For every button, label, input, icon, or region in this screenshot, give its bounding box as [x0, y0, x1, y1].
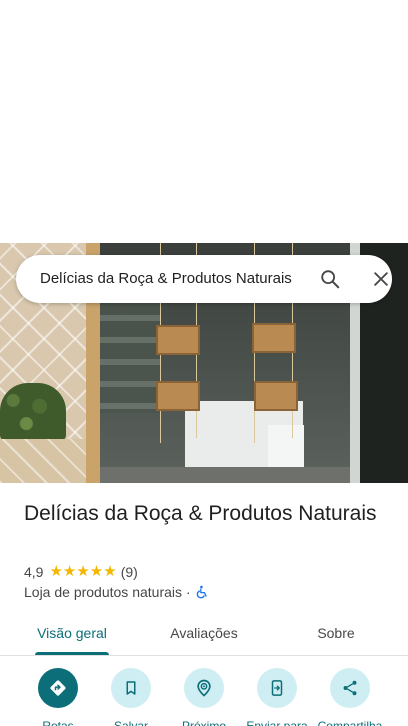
send-to-phone-label: Enviar para — [246, 719, 308, 726]
active-tab-indicator — [35, 652, 109, 655]
review-count[interactable]: (9) — [121, 564, 138, 580]
tab-overview[interactable]: Visão geral — [22, 612, 122, 654]
share-icon — [343, 680, 357, 696]
map-area-blank — [0, 0, 408, 243]
nearby-icon — [197, 679, 211, 697]
wheelchair-icon[interactable] — [195, 585, 209, 599]
nearby-button[interactable]: Próximo — [168, 668, 240, 726]
rating-row[interactable]: 4,9 ★★★★★ (9) — [24, 563, 138, 581]
search-button[interactable] — [314, 263, 346, 295]
search-bar[interactable]: Delícias da Roça & Produtos Naturais — [16, 255, 392, 303]
directions-icon — [50, 680, 66, 696]
separator: · — [186, 584, 191, 600]
place-category: Loja de produtos naturais — [24, 584, 182, 600]
send-to-phone-icon — [271, 680, 283, 696]
star-icon: ★★★★★ — [49, 563, 117, 580]
close-icon — [374, 272, 388, 286]
action-buttons-row: Rotas Salvar Próximo Enviar para Compart… — [0, 668, 408, 726]
rating-stars: ★★★★★ — [49, 563, 116, 581]
bookmark-icon — [126, 681, 136, 695]
share-label: Compartilha — [317, 719, 383, 726]
clear-search-button[interactable] — [365, 263, 397, 295]
send-to-phone-button[interactable]: Enviar para — [241, 668, 313, 726]
place-title: Delícias da Roça & Produtos Naturais — [24, 502, 377, 525]
rating-value: 4,9 — [24, 564, 44, 580]
search-icon — [321, 270, 340, 289]
category-row: Loja de produtos naturais · — [24, 583, 209, 601]
share-button[interactable]: Compartilha — [314, 668, 386, 726]
search-input[interactable]: Delícias da Roça & Produtos Naturais — [40, 269, 304, 289]
directions-label: Rotas — [42, 719, 74, 726]
save-label: Salvar — [113, 719, 148, 726]
tab-bar: Visão geral Avaliações Sobre — [0, 612, 408, 656]
nearby-label: Próximo — [181, 719, 226, 726]
directions-button[interactable]: Rotas — [22, 668, 94, 726]
tab-reviews[interactable]: Avaliações — [154, 612, 254, 654]
tab-about[interactable]: Sobre — [286, 612, 386, 654]
save-button[interactable]: Salvar — [95, 668, 167, 726]
